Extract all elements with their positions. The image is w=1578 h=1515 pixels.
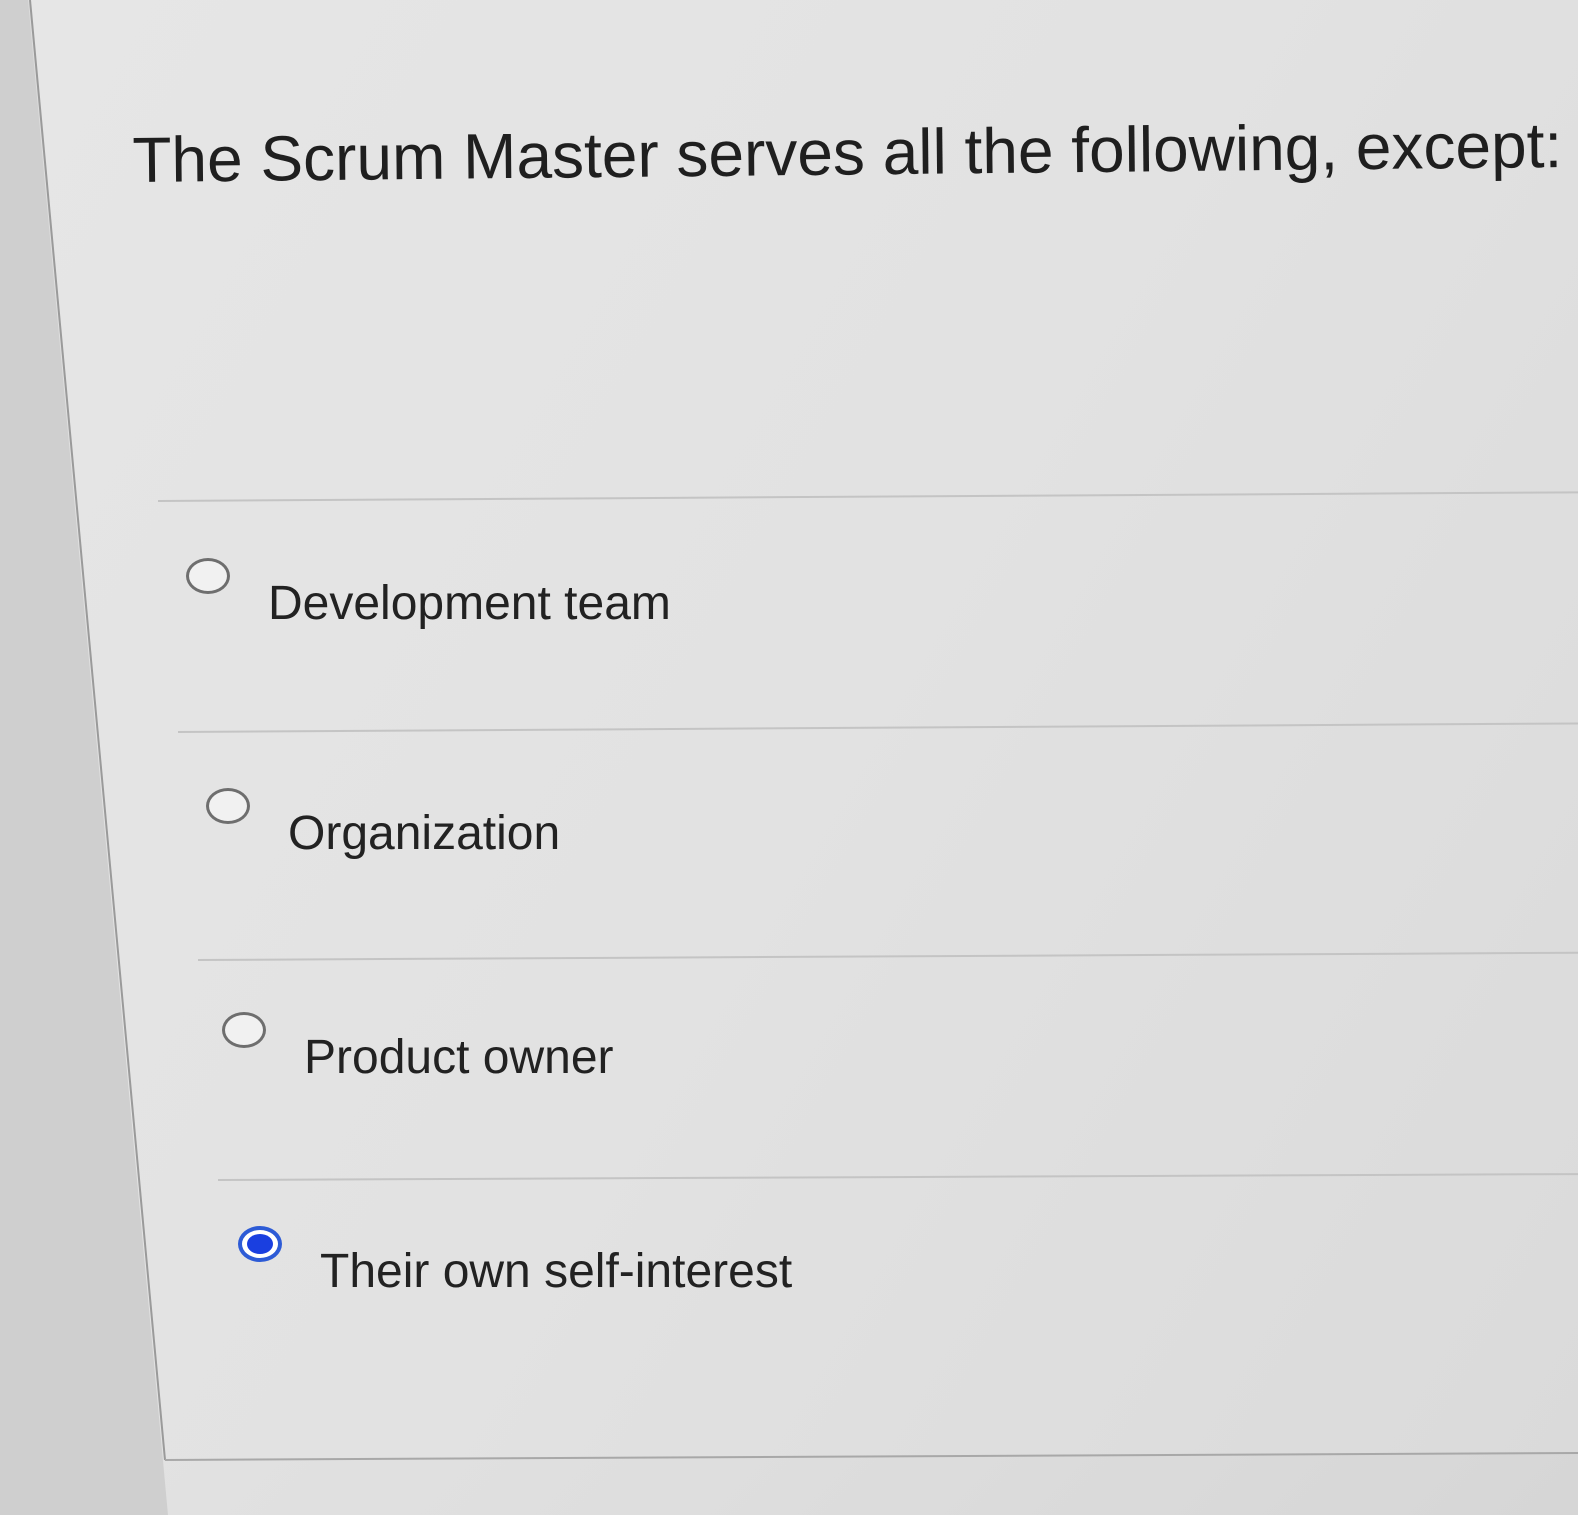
radio-button[interactable] <box>206 788 250 824</box>
option-their-own-self-interest[interactable]: Their own self-interest <box>238 1226 792 1296</box>
option-product-owner[interactable]: Product owner <box>222 1012 614 1082</box>
option-label: Organization <box>288 807 561 860</box>
option-development-team[interactable]: Development team <box>186 558 671 628</box>
radio-button-selected[interactable] <box>238 1226 282 1262</box>
radio-selected-dot <box>247 1234 273 1254</box>
question-text: The Scrum Master serves all the followin… <box>131 109 1563 196</box>
option-organization[interactable]: Organization <box>206 788 560 858</box>
radio-button[interactable] <box>186 558 230 594</box>
option-label: Their own self-interest <box>320 1245 793 1298</box>
option-label: Development team <box>268 577 671 630</box>
radio-button[interactable] <box>222 1012 266 1048</box>
option-label: Product owner <box>304 1031 614 1084</box>
